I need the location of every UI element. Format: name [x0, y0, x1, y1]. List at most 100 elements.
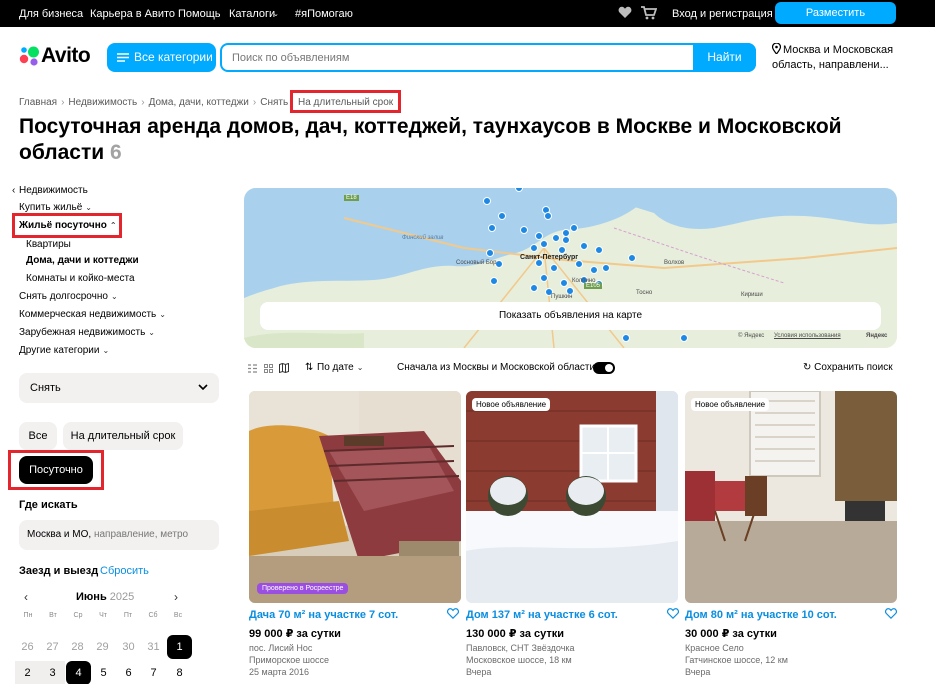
breadcrumb-home[interactable]: Главная	[19, 97, 57, 108]
listing-photo-image	[466, 391, 678, 603]
calendar-day[interactable]: 8	[167, 661, 192, 684]
listing-photo-image	[685, 391, 897, 603]
weekday: Ср	[73, 612, 83, 619]
where-input[interactable]: Москва и МО, направление, метро	[19, 520, 219, 550]
breadcrumb-realty[interactable]: Недвижимость	[68, 97, 137, 108]
listing-title[interactable]: Дача 70 м² на участке 7 сот.	[249, 609, 449, 621]
prev-month-icon[interactable]: ‹	[24, 590, 28, 604]
breadcrumb-separator-icon: ›	[252, 97, 257, 108]
calendar-day[interactable]: 3	[40, 661, 65, 684]
sidebar-item-long-rent[interactable]: Снять долгосрочно ⌄	[19, 291, 118, 302]
calendar-title: Июнь 2025	[76, 591, 134, 603]
deal-type-select[interactable]: Снять	[19, 373, 219, 403]
avito-logo[interactable]: Avito	[19, 44, 99, 69]
calendar-day[interactable]: 6	[116, 661, 141, 684]
weekday: Вс	[173, 612, 183, 619]
calendar-day[interactable]: 5	[91, 661, 116, 684]
calendar-day: 26	[21, 641, 34, 653]
heart-icon[interactable]	[618, 6, 632, 19]
post-ad-button[interactable]: Разместить объявление	[775, 2, 896, 41]
sidebar-item-foreign[interactable]: Зарубежная недвижимость ⌄	[19, 327, 155, 338]
map-label-pushkin: Пушкин	[551, 294, 573, 300]
sidebar-item-commercial[interactable]: Коммерческая недвижимость ⌄	[19, 309, 166, 320]
sidebar-item-flats[interactable]: Квартиры	[26, 239, 71, 250]
logo-text: Avito	[41, 44, 91, 67]
listing-date: Вчера	[466, 667, 492, 677]
map-label-e105: E105	[584, 283, 603, 289]
calendar-day: 30	[122, 641, 135, 653]
sort-select[interactable]: По дате ⌄	[317, 362, 363, 373]
where-label: Где искать	[19, 499, 78, 511]
calendar-day-selected[interactable]: 4	[66, 661, 91, 684]
calendar-day: 31	[147, 641, 160, 653]
deal-type-value: Снять	[30, 382, 61, 394]
result-count: 6	[110, 141, 122, 164]
logo-dots-icon	[19, 46, 39, 66]
map-label-spb: Санкт-Петербург	[520, 254, 579, 261]
show-on-map-button[interactable]: Показать объявления на карте	[260, 302, 881, 330]
map-terms-link[interactable]: Условия использования	[774, 333, 841, 339]
login-link[interactable]: Вход и регистрация	[672, 8, 773, 20]
calendar-day[interactable]: 7	[141, 661, 166, 684]
where-value: Москва и МО,	[27, 529, 92, 540]
sidebar-item-buy[interactable]: Купить жильё ⌄	[19, 202, 92, 213]
listing-title[interactable]: Дом 80 м² на участке 10 сот.	[685, 609, 885, 621]
link-business[interactable]: Для бизнеса	[19, 8, 83, 20]
grid-view-icon[interactable]	[264, 364, 273, 373]
search-bar: Найти	[220, 43, 756, 72]
moscow-first-toggle[interactable]	[593, 362, 615, 374]
sort-label: По дате	[317, 362, 354, 373]
link-career[interactable]: Карьера в Авито	[90, 8, 175, 20]
sidebar-item-label: Снять долгосрочно	[19, 291, 108, 302]
all-categories-label: Все категории	[134, 50, 213, 64]
listing-addr-line: Приморское шоссе	[249, 655, 329, 665]
calendar-day[interactable]: 2	[15, 661, 40, 684]
catalogs-chevron-icon: ⌄	[273, 11, 279, 18]
next-month-icon[interactable]: ›	[174, 590, 178, 604]
sidebar-item-realty[interactable]: Недвижимость	[19, 185, 88, 196]
sidebar-item-rooms[interactable]: Комнаты и койко-места	[26, 273, 135, 284]
link-help[interactable]: Помощь	[178, 8, 221, 20]
where-placeholder: направление, метро	[91, 529, 189, 540]
map-copyright: © Яндекс	[738, 333, 765, 339]
cart-icon[interactable]	[641, 6, 657, 20]
calendar-day: 27	[46, 641, 59, 653]
breadcrumb-houses[interactable]: Дома, дачи, коттеджи	[149, 97, 249, 108]
page-title: Посуточная аренда домов, дач, коттеджей,…	[19, 114, 899, 166]
link-catalogs[interactable]: Каталоги	[229, 8, 275, 20]
chip-all[interactable]: Все	[19, 422, 57, 450]
breadcrumb-rent[interactable]: Снять	[260, 97, 288, 108]
all-categories-button[interactable]: Все категории	[107, 43, 216, 72]
favorite-heart-icon[interactable]	[447, 608, 459, 619]
favorite-heart-icon[interactable]	[667, 608, 679, 619]
calendar-day-selected[interactable]: 1	[167, 635, 192, 659]
refresh-icon: ↻	[803, 362, 812, 373]
sort-arrows-icon: ⇅	[305, 362, 314, 373]
listing-photo[interactable]: Новое объявление	[466, 391, 678, 603]
save-search-button[interactable]: ↻ Сохранить поиск	[803, 362, 893, 373]
sidebar-item-houses[interactable]: Дома, дачи и коттеджи	[26, 255, 139, 266]
map-label-gulf: Финский залив	[402, 235, 444, 241]
listing-title[interactable]: Дом 137 м² на участке 6 сот.	[466, 609, 666, 621]
breadcrumb: Главная › Недвижимость › Дома, дачи, коттедж…	[19, 97, 288, 108]
verified-badge: Проверено в Росреестре	[257, 583, 349, 594]
search-input[interactable]	[222, 45, 692, 70]
map-view-icon[interactable]	[279, 363, 289, 373]
map-preview[interactable]: Финский залив Санкт-Петербург Сосновый Б…	[244, 188, 897, 348]
breadcrumb-long-term[interactable]: На длительный срок	[298, 97, 393, 108]
link-ya-pomogayu[interactable]: #яПомогаю	[295, 8, 353, 20]
chevron-down-icon: ⌄	[148, 328, 155, 337]
list-view-icon[interactable]	[248, 364, 257, 373]
listing-addr-line: пос. Лисий Нос	[249, 643, 313, 653]
location-selector[interactable]: Москва и Московская область, направлени.…	[772, 43, 902, 73]
reset-dates-link[interactable]: Сбросить	[100, 565, 149, 577]
favorite-heart-icon[interactable]	[885, 608, 897, 619]
location-line-1: Москва и Московская	[783, 44, 894, 56]
sidebar-item-other[interactable]: Другие категории ⌄	[19, 345, 109, 356]
weekday: Сб	[148, 612, 158, 619]
listing-photo[interactable]: Проверено в Росреестре	[249, 391, 461, 603]
listing-photo[interactable]: Новое объявление	[685, 391, 897, 603]
search-button[interactable]: Найти	[693, 43, 756, 72]
chip-long-term[interactable]: На длительный срок	[63, 422, 183, 450]
listing-photo-image	[249, 391, 461, 603]
